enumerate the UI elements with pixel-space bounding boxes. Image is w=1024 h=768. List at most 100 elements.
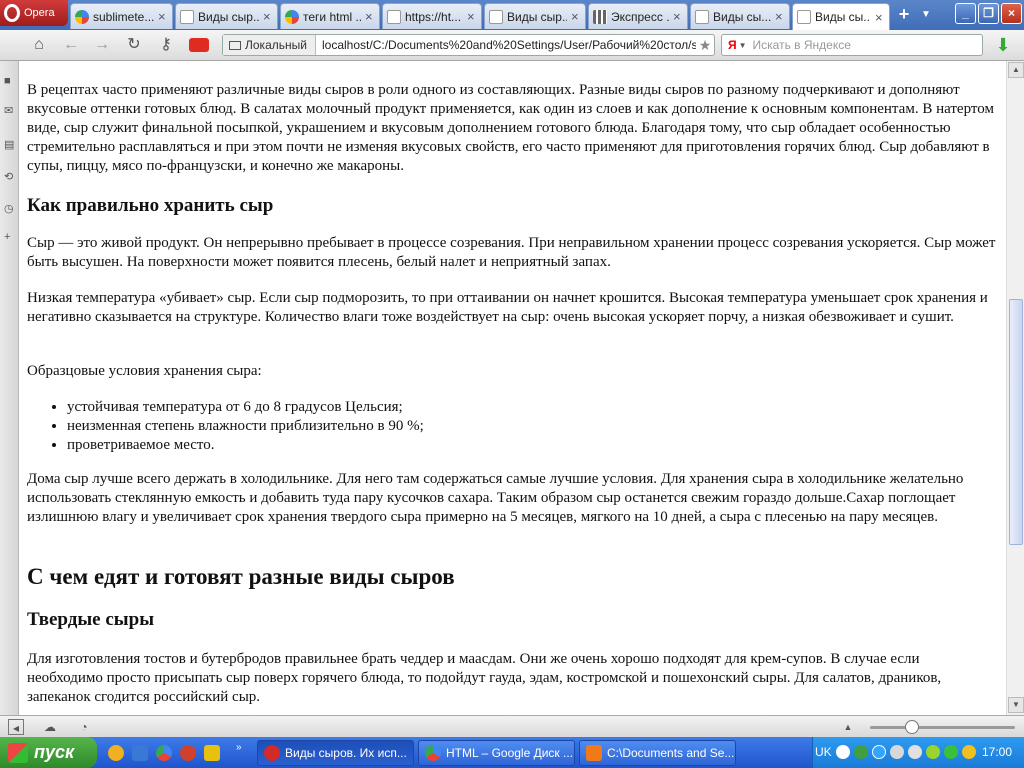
tray-app-icon[interactable] [962,745,976,759]
clock[interactable]: 17:00 [982,745,1012,759]
chrome-icon[interactable] [156,745,172,761]
scroll-thumb[interactable] [1009,299,1023,545]
volume-icon[interactable] [890,745,904,759]
site-scope-label: Локальный [245,38,307,52]
add-panel-icon[interactable]: + [4,231,16,243]
close-tab-icon[interactable]: × [571,9,581,24]
show-desktop-icon[interactable] [132,745,148,761]
vertical-scrollbar[interactable]: ▲ ▼ [1006,61,1024,715]
mail-panel-icon[interactable]: ✉ [4,105,16,117]
url-text[interactable]: localhost/C:/Documents%20and%20Settings/… [316,38,696,52]
toggle-panel-icon[interactable]: ◂ [8,719,24,735]
youtube-icon[interactable] [189,38,209,52]
address-field[interactable]: Локальный localhost/C:/Documents%20and%2… [222,34,715,56]
recipes-paragraph: В рецептах часто применяют различные вид… [27,82,994,174]
taskbar-item-opera[interactable]: Виды сыров. Их исп... [257,740,414,766]
page-icon [387,9,401,24]
navigation-bar: ⌂ ← → ↻ ⚷ Локальный localhost/C:/Documen… [0,30,1024,61]
restore-button[interactable]: ❐ [978,3,999,24]
tray-app-icon[interactable] [926,745,940,759]
taskbar-item-label: C:\Documents and Se... [607,746,735,760]
quicklaunch-app-icon[interactable] [204,745,220,761]
close-tab-icon[interactable]: × [365,9,375,24]
opera-menu-label: Opera [24,7,55,19]
forward-icon[interactable]: → [93,36,111,54]
download-icon[interactable]: ⬇ [992,35,1014,55]
language-indicator[interactable]: UK [815,745,832,759]
chrome-icon [425,745,441,761]
reload-icon[interactable]: ↻ [125,36,143,54]
taskbar-item-chrome[interactable]: HTML – Google Диск ... [418,740,575,766]
notes-panel-icon[interactable]: ▤ [4,139,16,151]
yandex-icon: Я [728,38,737,52]
tray-back-icon[interactable] [836,745,850,759]
scroll-down-icon[interactable]: ▼ [1008,697,1024,713]
close-tab-icon[interactable]: × [467,9,477,24]
tab-vidy-syrov-2[interactable]: Виды сыр... × [484,3,586,29]
close-tab-icon[interactable]: × [158,9,168,24]
close-tab-icon[interactable]: × [875,10,885,25]
cloud-icon[interactable]: ☁ [42,719,58,735]
sublime-text-icon [586,745,602,761]
tab-sublimetext[interactable]: sublimete... × [70,3,173,29]
speed-dial-icon [593,9,607,24]
start-button[interactable]: пуск [0,737,97,768]
close-tab-icon[interactable]: × [673,9,683,24]
key-icon[interactable]: ⚷ [157,36,175,54]
list-item: неизменная степень влажности приблизител… [67,417,424,436]
tab-https[interactable]: https://ht... × [382,3,482,29]
conditions-intro: Образцовые условия хранения сыра: [27,363,262,379]
close-tab-icon[interactable]: × [263,9,273,24]
tab-label: теги html ... [303,9,361,24]
zoom-slider-handle[interactable] [905,720,919,734]
bookmark-star-icon[interactable]: ★ [696,37,714,54]
taskbar-item-label: Виды сыров. Их исп... [285,746,407,760]
search-engine-dropdown-icon[interactable]: ▼ [739,41,753,50]
downloads-panel-icon[interactable]: ⟲ [4,171,16,183]
eat-heading: С чем едят и готовят разные виды сыров [27,564,455,589]
speed-icon[interactable]: ◔ [76,719,92,735]
conditions-list: устойчивая температура от 6 до 8 градусо… [27,398,424,455]
network-icon[interactable] [908,745,922,759]
google-icon [75,9,89,24]
tab-express-panel[interactable]: Экспресс ... × [588,3,688,29]
tab-vidy-syrov-3[interactable]: Виды сы... × [690,3,790,29]
bookmarks-panel-icon[interactable]: ■ [4,75,16,87]
minimize-button[interactable]: _ [955,3,976,24]
quicklaunch-more-icon[interactable]: » [236,742,242,753]
storage-paragraph-1: Сыр — это живой продукт. Он непрерывно п… [27,235,996,270]
tab-tegi-html[interactable]: теги html ... × [280,3,380,29]
opera-icon [264,745,280,761]
close-tab-icon[interactable]: × [775,9,785,24]
firefox-icon[interactable] [180,745,196,761]
tab-vidy-syrov-1[interactable]: Виды сыр... × [175,3,278,29]
page-icon [180,9,194,24]
taskbar-item-sublime[interactable]: C:\Documents and Se... [579,740,736,766]
tray-app-icon[interactable] [872,745,886,759]
page-icon [489,9,503,24]
tab-label: Виды сыр... [507,9,567,24]
tray-app-icon[interactable] [854,745,868,759]
storage-heading: Как правильно хранить сыр [27,195,274,216]
list-item: устойчивая температура от 6 до 8 градусо… [67,398,424,417]
close-window-button[interactable]: × [1001,3,1022,24]
back-icon[interactable]: ← [62,36,80,54]
tab-list-dropdown-icon[interactable]: ▼ [917,6,935,24]
browser-tab-bar: Opera sublimete... × Виды сыр... × теги … [0,0,1024,30]
tab-label: Виды сы... [713,9,771,24]
windows-taskbar: пуск » Виды сыров. Их исп... HTML – Goog… [0,737,1024,768]
tab-vidy-syrov-active[interactable]: Виды сы... × [792,3,890,30]
site-scope-badge[interactable]: Локальный [223,35,316,55]
tray-app-icon[interactable] [944,745,958,759]
zoom-slider-track[interactable] [870,726,1015,729]
new-tab-button[interactable]: + [893,5,915,24]
google-icon [285,9,299,24]
search-field[interactable]: Я ▼ Искать в Яндексе [721,34,983,56]
home-icon[interactable]: ⌂ [30,36,48,54]
zoom-out-icon[interactable]: ▲ [840,719,856,735]
opera-menu-button[interactable]: Opera [0,0,68,26]
quicklaunch-app-icon[interactable] [108,745,124,761]
history-panel-icon[interactable]: ◷ [4,203,16,215]
status-bar: ◂ ☁ ◔ ▲ [0,715,1024,737]
scroll-up-icon[interactable]: ▲ [1008,62,1024,78]
